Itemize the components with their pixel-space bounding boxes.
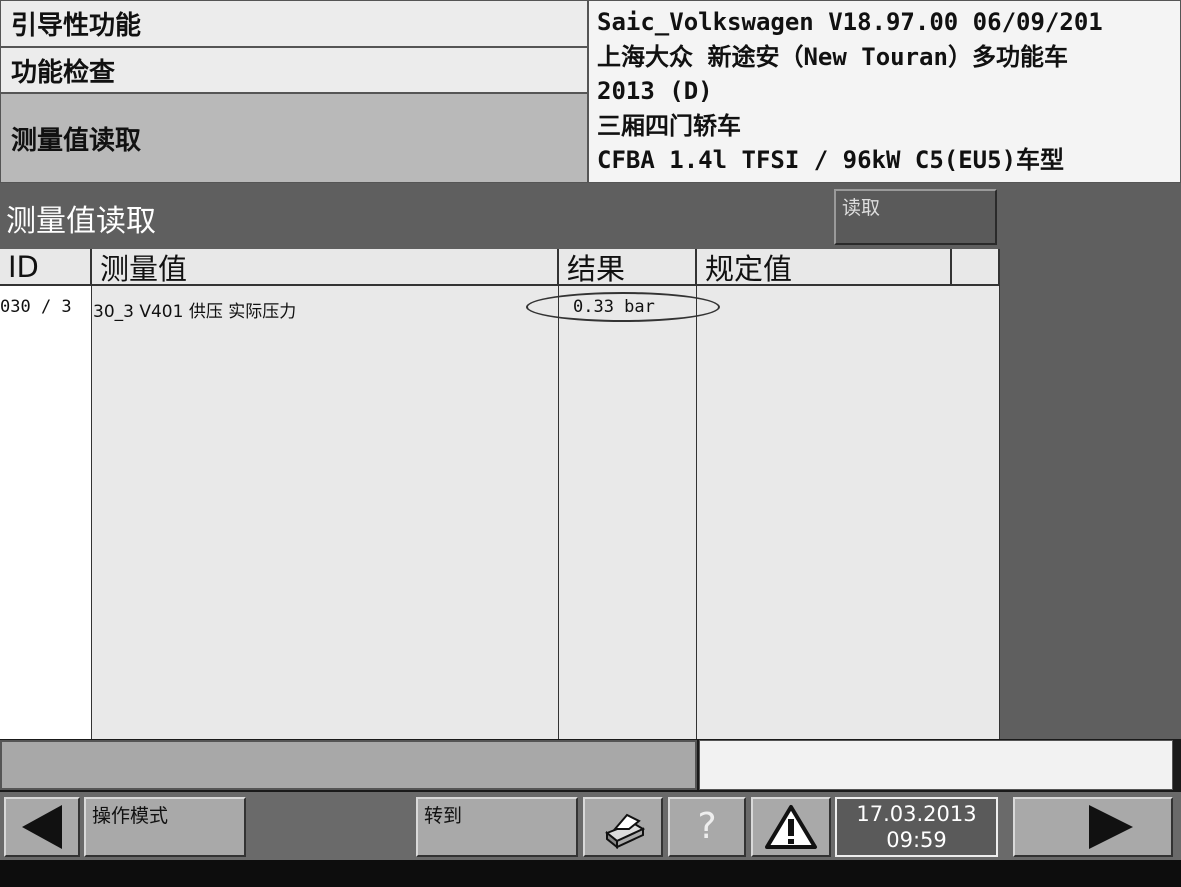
table-column-specified-value <box>697 286 1000 739</box>
column-header-id-label: ID <box>8 249 39 284</box>
back-button[interactable] <box>4 797 80 857</box>
table-column-result <box>559 286 697 739</box>
operation-mode-label: 操作模式 <box>92 805 169 827</box>
help-icon: ? <box>697 806 717 847</box>
read-button-label: 读取 <box>842 197 881 219</box>
vehicle-info-line: 2013 (D) <box>597 77 713 105</box>
result-highlight-ellipse <box>526 292 720 322</box>
time-label: 09:59 <box>886 828 947 852</box>
table-cell-id: 030 / 3 <box>0 297 72 317</box>
column-header-specified-value[interactable]: 规定值 <box>697 249 952 286</box>
help-button[interactable]: ? <box>668 797 746 857</box>
status-bar-right <box>699 740 1173 790</box>
status-bar-left <box>0 740 697 790</box>
screen-bottom-edge <box>0 860 1181 887</box>
column-header-result-label: 结果 <box>567 251 626 286</box>
vehicle-info-panel: Saic_Volkswagen V18.97.00 06/09/201 上海大众… <box>588 0 1181 183</box>
column-header-measured-value[interactable]: 测量值 <box>92 249 559 286</box>
column-header-extra <box>952 249 1000 286</box>
left-arrow-icon <box>22 805 62 849</box>
column-header-specified-value-label: 规定值 <box>705 251 793 286</box>
nav-function-check[interactable]: 功能检查 <box>0 47 588 93</box>
column-header-result[interactable]: 结果 <box>559 249 697 286</box>
vehicle-info-line: 三厢四门轿车 <box>597 111 741 140</box>
nav-function-check-label: 功能检查 <box>11 57 116 88</box>
goto-label: 转到 <box>424 805 463 827</box>
right-side-panel <box>1000 183 1181 739</box>
right-arrow-icon <box>1089 805 1133 849</box>
warning-button[interactable] <box>751 797 831 857</box>
vehicle-info-line: 上海大众 新途安（New Touran）多功能车 <box>597 42 1068 71</box>
nav-guided-functions-label: 引导性功能 <box>11 11 142 41</box>
nav-guided-functions[interactable]: 引导性功能 <box>0 0 588 47</box>
vehicle-info-line: CFBA 1.4l TFSI / 96kW C5(EU5)车型 <box>597 146 1065 174</box>
warning-icon <box>765 805 817 849</box>
print-button[interactable] <box>583 797 663 857</box>
table-cell-measured-value: 30_3 V401 供压 实际压力 <box>93 302 297 322</box>
nav-measured-values-read[interactable]: 测量值读取 <box>0 93 588 183</box>
read-button[interactable]: 读取 <box>834 189 997 245</box>
operation-mode-button[interactable]: 操作模式 <box>84 797 246 857</box>
forward-button[interactable] <box>1013 797 1173 857</box>
date-time-display: 17.03.2013 09:59 <box>835 797 998 857</box>
table-column-id <box>0 286 92 739</box>
vehicle-info-line: Saic_Volkswagen V18.97.00 06/09/201 <box>597 8 1103 36</box>
page-title: 测量值读取 <box>6 204 156 239</box>
column-header-measured-value-label: 测量值 <box>100 251 188 286</box>
table-column-measured-value <box>92 286 559 739</box>
printer-icon <box>605 813 646 850</box>
nav-measured-values-read-label: 测量值读取 <box>11 125 142 156</box>
goto-button[interactable]: 转到 <box>416 797 578 857</box>
column-header-id[interactable]: ID <box>0 249 92 286</box>
date-label: 17.03.2013 <box>856 802 977 826</box>
